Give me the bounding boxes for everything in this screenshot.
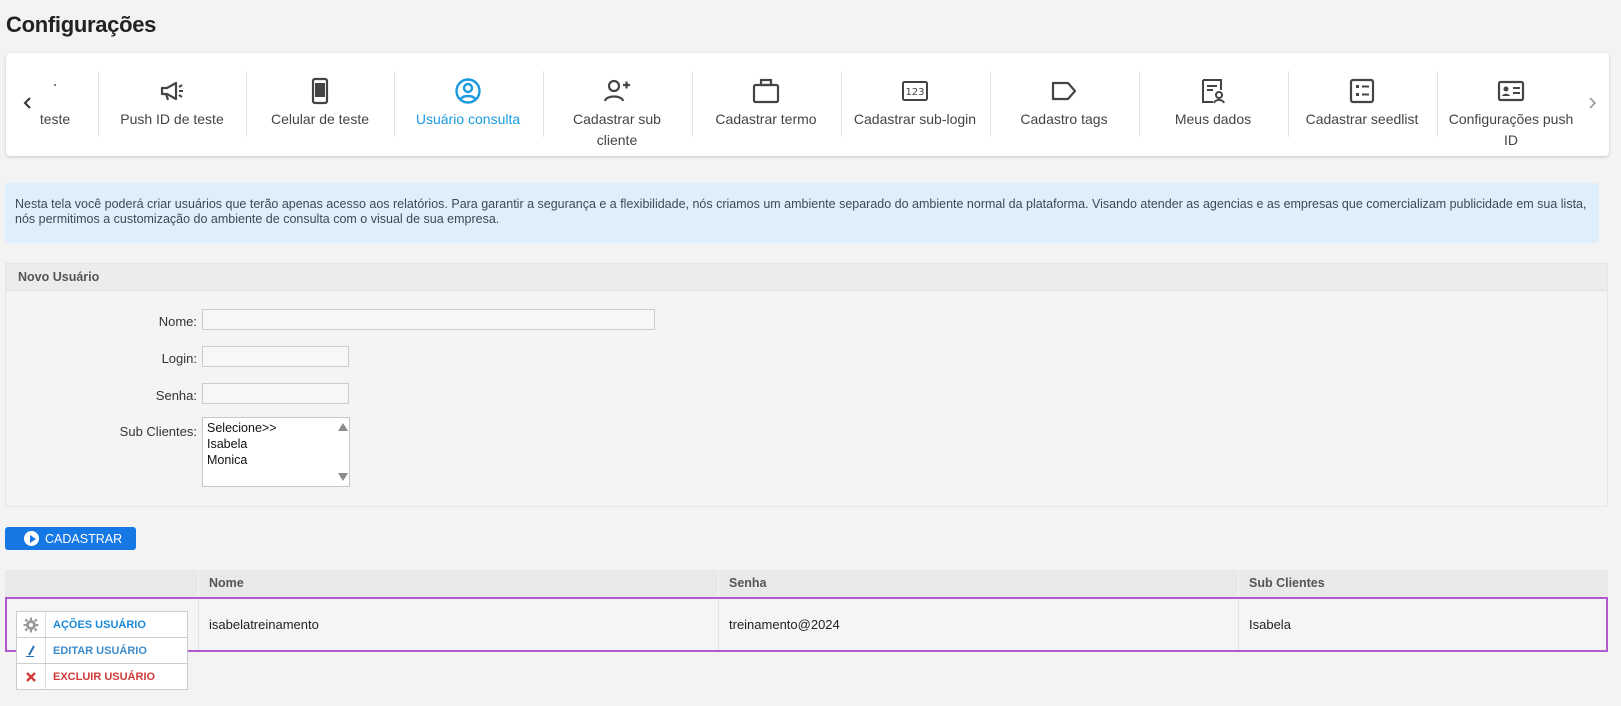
checklist-icon — [1348, 77, 1376, 105]
tab-label: Configurações push ID — [1448, 111, 1574, 148]
name-label: Nome: — [158, 314, 197, 329]
name-input[interactable] — [202, 309, 655, 330]
tab-label: Cadastrar sub-login — [853, 111, 977, 127]
user-add-icon — [603, 77, 631, 105]
user-actions-menu: AÇÕES USUÁRIO EDITAR USUÁRIO EXCLUIR USU… — [16, 611, 188, 690]
table-row[interactable]: isabelatreinamento treinamento@2024 Isab… — [5, 597, 1608, 652]
tab-meus-dados[interactable]: Meus dados — [1139, 53, 1287, 156]
user-circle-icon — [454, 77, 482, 105]
tabs-scroll-right-icon[interactable] — [1584, 95, 1600, 111]
password-input[interactable] — [202, 383, 349, 404]
subclients-label: Sub Clientes: — [119, 424, 197, 439]
cell-nome: isabelatreinamento — [209, 617, 319, 632]
tab-label: Cadastrar sub cliente — [573, 111, 661, 148]
cadastrar-button-label: CADASTRAR — [45, 531, 123, 546]
login-input[interactable] — [202, 346, 349, 367]
listbox-option[interactable]: Monica — [207, 452, 345, 468]
tab-usuario-consulta[interactable]: Usuário consulta — [394, 53, 542, 156]
tab-label: Meus dados — [1174, 111, 1252, 127]
cell-sub-clientes: Isabela — [1249, 617, 1291, 632]
listbox-scrollbar[interactable] — [335, 418, 349, 486]
tab-label: Cadastrar seedlist — [1305, 111, 1419, 127]
play-circle-icon — [24, 531, 39, 546]
id-card-icon — [1497, 77, 1525, 105]
acoes-usuario-label: AÇÕES USUÁRIO — [53, 618, 146, 631]
scroll-down-arrow-icon[interactable] — [338, 473, 348, 481]
listbox-option[interactable]: Selecione>> — [207, 420, 345, 436]
listbox-option[interactable]: Isabela — [207, 436, 345, 452]
svg-text:123: 123 — [905, 87, 924, 98]
editar-usuario-item[interactable]: EDITAR USUÁRIO — [16, 637, 188, 664]
panel-title: Novo Usuário — [6, 264, 1607, 291]
tab-cadastrar-sub-cliente[interactable]: Cadastrar sub cliente — [543, 53, 691, 156]
info-message: Nesta tela você poderá criar usuários qu… — [5, 183, 1599, 243]
user-document-icon — [1199, 77, 1227, 105]
tab-cadastrar-seedlist[interactable]: Cadastrar seedlist — [1288, 53, 1436, 156]
phone-icon — [306, 77, 334, 105]
close-x-icon — [17, 664, 46, 689]
tab-label: Usuário consulta — [415, 111, 521, 127]
tab-cadastro-tags[interactable]: Cadastro tags — [990, 53, 1138, 156]
password-label: Senha: — [155, 388, 197, 403]
page-title: Configurações — [6, 12, 157, 37]
numbers-123-icon: 123 — [901, 77, 929, 105]
subclients-listbox[interactable]: Selecione>> Isabela Monica — [202, 417, 350, 487]
tab-label: Cadastrar termo — [715, 111, 817, 127]
scroll-up-arrow-icon[interactable] — [338, 423, 348, 431]
dot-icon — [41, 77, 69, 105]
column-header-sub-clientes: Sub Clientes — [1249, 576, 1325, 590]
login-label: Login: — [161, 351, 197, 366]
briefcase-icon — [752, 77, 780, 105]
column-header-nome: Nome — [209, 576, 244, 590]
column-header-senha: Senha — [729, 576, 767, 590]
tab-celular-de-teste[interactable]: Celular de teste — [246, 53, 394, 156]
editar-usuario-label: EDITAR USUÁRIO — [53, 644, 147, 657]
tab-push-id-de-teste[interactable]: Push ID de teste — [98, 53, 246, 156]
gear-icon — [17, 612, 46, 637]
acoes-usuario-button[interactable]: AÇÕES USUÁRIO — [16, 611, 188, 638]
users-table-header: Nome Senha Sub Clientes — [5, 570, 1608, 597]
cadastrar-button[interactable]: CADASTRAR — [5, 527, 136, 550]
cell-senha: treinamento@2024 — [729, 617, 840, 632]
pencil-icon — [17, 638, 46, 663]
tab-cadastrar-termo[interactable]: Cadastrar termo — [692, 53, 840, 156]
excluir-usuario-item[interactable]: EXCLUIR USUÁRIO — [16, 663, 188, 690]
tab-cadastrar-sub-login[interactable]: 123 Cadastrar sub-login — [841, 53, 989, 156]
excluir-usuario-label: EXCLUIR USUÁRIO — [53, 670, 156, 683]
tab-label: Push ID de teste — [120, 111, 224, 127]
tab-configuracoes-push-id[interactable]: Configurações push ID — [1437, 53, 1585, 156]
settings-tab-bar: teste Push ID de teste Celular de teste … — [6, 53, 1609, 156]
megaphone-icon — [158, 77, 186, 105]
tab-label: Cadastro tags — [1020, 111, 1108, 127]
tab-label: Celular de teste — [270, 111, 370, 127]
tag-icon — [1050, 77, 1078, 105]
